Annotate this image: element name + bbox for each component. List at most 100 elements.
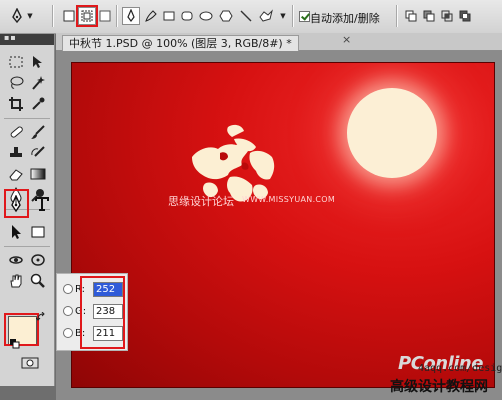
freeform-pen-button[interactable] xyxy=(142,7,160,25)
divider xyxy=(396,5,398,27)
b-radio[interactable] xyxy=(63,328,73,338)
swap-arrow-icon xyxy=(36,312,45,321)
move-tool[interactable] xyxy=(28,52,48,72)
shape-layers-icon xyxy=(63,10,75,22)
crop-icon xyxy=(9,97,23,111)
magic-wand-tool[interactable] xyxy=(28,73,48,93)
auto-add-delete-label: 自动添加/删除 xyxy=(310,12,380,25)
magic-wand-icon xyxy=(32,76,45,90)
path-exclude-button[interactable] xyxy=(456,7,474,25)
rectangle-icon xyxy=(31,226,45,238)
default-colors-icon xyxy=(10,339,20,349)
swap-colors-button[interactable] xyxy=(36,312,46,322)
marquee-tool[interactable] xyxy=(6,52,26,72)
site-url-watermark: 4aqq.com/design xyxy=(418,363,502,374)
lasso-icon xyxy=(10,76,24,89)
highlight-box xyxy=(80,276,125,349)
forum-url-watermark: WWW.MISSYUAN.COM xyxy=(242,195,336,204)
move-icon xyxy=(33,56,42,68)
custom-shape-icon xyxy=(259,9,273,22)
combine-subtract-icon xyxy=(423,10,435,22)
toolbox: ▪▪ xyxy=(0,33,55,386)
3d-orbit-tool[interactable] xyxy=(28,250,48,270)
rabbit-silhouette-shape xyxy=(192,124,275,202)
default-colors-button[interactable] xyxy=(10,339,20,349)
site-name-watermark: 高级设计教程网 xyxy=(390,379,488,395)
combine-exclude-icon xyxy=(459,10,471,22)
type-icon xyxy=(35,197,49,211)
3d-orbit-icon xyxy=(31,254,45,266)
shape-options-dropdown[interactable]: ▼ xyxy=(278,7,288,25)
gradient-icon xyxy=(30,168,46,180)
eraser-icon xyxy=(9,169,23,181)
marquee-icon xyxy=(9,56,23,68)
divider xyxy=(52,5,54,27)
brush-tool[interactable] xyxy=(28,122,48,142)
3d-rotate-icon xyxy=(9,256,23,264)
rounded-rectangle-icon xyxy=(181,11,193,21)
pen-icon xyxy=(12,8,23,24)
clone-stamp-tool[interactable] xyxy=(6,143,26,163)
checkmark-icon xyxy=(298,10,310,22)
healing-brush-tool[interactable] xyxy=(6,122,26,142)
path-selection-tool[interactable] xyxy=(6,222,26,242)
forum-watermark: 思缘设计论坛 xyxy=(168,195,234,208)
hand-tool[interactable] xyxy=(6,271,26,291)
divider xyxy=(4,118,50,119)
ellipse-icon xyxy=(199,11,213,21)
crop-tool[interactable] xyxy=(6,94,26,114)
custom-shape-button[interactable] xyxy=(257,7,275,25)
toolbox-header[interactable]: ▪▪ xyxy=(0,33,54,45)
fill-pixels-icon xyxy=(99,10,111,22)
eraser-tool[interactable] xyxy=(6,164,26,184)
brush-icon xyxy=(31,125,45,139)
divider xyxy=(292,5,294,27)
freeform-pen-icon xyxy=(145,10,157,22)
quick-mask-icon xyxy=(21,357,39,369)
document-title: 中秋节 1.PSD @ 100% (图层 3, RGB/8#) * xyxy=(69,37,292,50)
pen-tool-preset-picker[interactable]: ▼ xyxy=(8,7,34,25)
document-canvas[interactable]: 思缘设计论坛 WWW.MISSYUAN.COM PConline xyxy=(72,63,494,387)
g-radio[interactable] xyxy=(63,306,73,316)
rectangle-button[interactable] xyxy=(160,7,178,25)
polygon-button[interactable] xyxy=(217,7,235,25)
type-tool[interactable] xyxy=(32,194,52,214)
line-button[interactable] xyxy=(237,7,255,25)
divider xyxy=(4,246,50,247)
ellipse-button[interactable] xyxy=(197,7,215,25)
chevron-down-icon: ▼ xyxy=(27,12,33,20)
pen-icon xyxy=(127,9,135,22)
fill-pixels-button[interactable] xyxy=(96,7,114,25)
3d-rotate-tool[interactable] xyxy=(6,250,26,270)
lasso-tool[interactable] xyxy=(6,73,26,93)
history-brush-tool[interactable] xyxy=(28,143,48,163)
rounded-rectangle-button[interactable] xyxy=(178,7,196,25)
polygon-icon xyxy=(219,10,233,22)
document-tab-bar: 中秋节 1.PSD @ 100% (图层 3, RGB/8#) * × xyxy=(56,33,502,51)
moon-shape xyxy=(347,88,437,178)
gradient-tool[interactable] xyxy=(28,164,48,184)
highlight-box xyxy=(4,189,29,218)
close-icon[interactable]: × xyxy=(342,33,351,46)
line-icon xyxy=(240,10,252,22)
document-tab[interactable]: 中秋节 1.PSD @ 100% (图层 3, RGB/8#) * xyxy=(62,35,299,51)
divider xyxy=(116,5,118,27)
hand-icon xyxy=(10,274,22,288)
combine-add-icon xyxy=(405,10,417,22)
stamp-icon xyxy=(10,147,22,157)
eyedropper-tool[interactable] xyxy=(28,94,48,114)
quick-mask-button[interactable] xyxy=(20,356,40,370)
r-radio[interactable] xyxy=(63,284,73,294)
pen-mode-button[interactable] xyxy=(122,7,140,25)
path-intersect-button[interactable] xyxy=(438,7,456,25)
rectangle-icon xyxy=(163,11,175,21)
path-subtract-button[interactable] xyxy=(420,7,438,25)
zoom-tool[interactable] xyxy=(28,271,48,291)
auto-add-delete-checkbox[interactable] xyxy=(298,7,310,25)
chevron-down-icon: ▼ xyxy=(280,12,286,20)
path-selection-icon xyxy=(12,225,21,239)
shape-tool[interactable] xyxy=(28,222,48,242)
path-add-button[interactable] xyxy=(402,7,420,25)
eyedropper-icon xyxy=(32,97,45,110)
zoom-icon xyxy=(30,273,45,288)
